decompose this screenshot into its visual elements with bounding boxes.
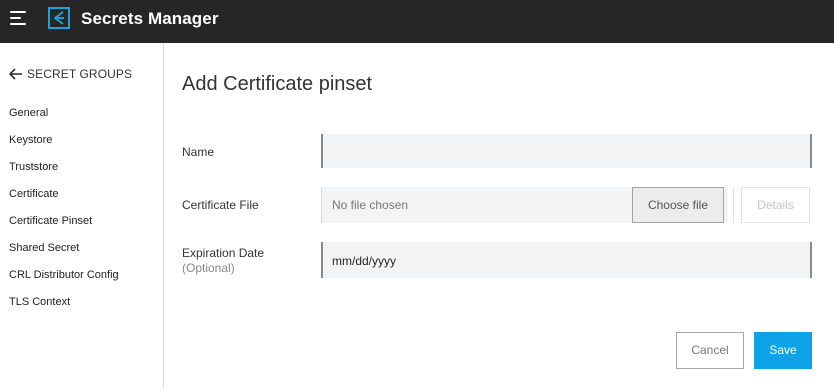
sidebar-item-general[interactable]: General [9, 107, 48, 119]
sidebar: SECRET GROUPS General Keystore Truststor… [0, 43, 164, 389]
name-label: Name [182, 145, 215, 159]
sidebar-item-keystore[interactable]: Keystore [9, 134, 52, 146]
sidebar-item-truststore[interactable]: Truststore [9, 161, 58, 173]
back-link-label: SECRET GROUPS [27, 67, 133, 81]
expiration-date-label: Expiration Date [182, 246, 265, 260]
save-button[interactable]: Save [754, 332, 812, 369]
secrets-manager-logo-icon [48, 7, 70, 29]
page-title: Add Certificate pinset [182, 73, 373, 95]
arrow-left-icon [9, 68, 22, 80]
back-to-secret-groups-link[interactable]: SECRET GROUPS [9, 67, 132, 81]
sidebar-item-tls-context[interactable]: TLS Context [9, 296, 70, 308]
hamburger-menu-icon[interactable] [10, 10, 28, 26]
details-button[interactable]: Details [741, 187, 810, 223]
sidebar-item-certificate-pinset[interactable]: Certificate Pinset [9, 215, 92, 227]
sidebar-item-crl-distributor-config[interactable]: CRL Distributor Config [9, 269, 119, 281]
app-header: Secrets Manager [0, 0, 834, 43]
sidebar-item-shared-secret[interactable]: Shared Secret [9, 242, 79, 254]
app-title: Secrets Manager [81, 9, 219, 28]
expiration-optional-label: (Optional) [182, 261, 235, 275]
certificate-file-label: Certificate File [182, 198, 259, 212]
file-chosen-status: No file chosen [332, 198, 409, 212]
name-input[interactable] [321, 134, 812, 168]
choose-file-button[interactable]: Choose file [632, 187, 724, 223]
sidebar-item-certificate[interactable]: Certificate [9, 188, 59, 200]
divider [733, 187, 734, 223]
cancel-button[interactable]: Cancel [676, 332, 744, 369]
expiration-date-value: mm/dd/yyyy [332, 254, 397, 268]
